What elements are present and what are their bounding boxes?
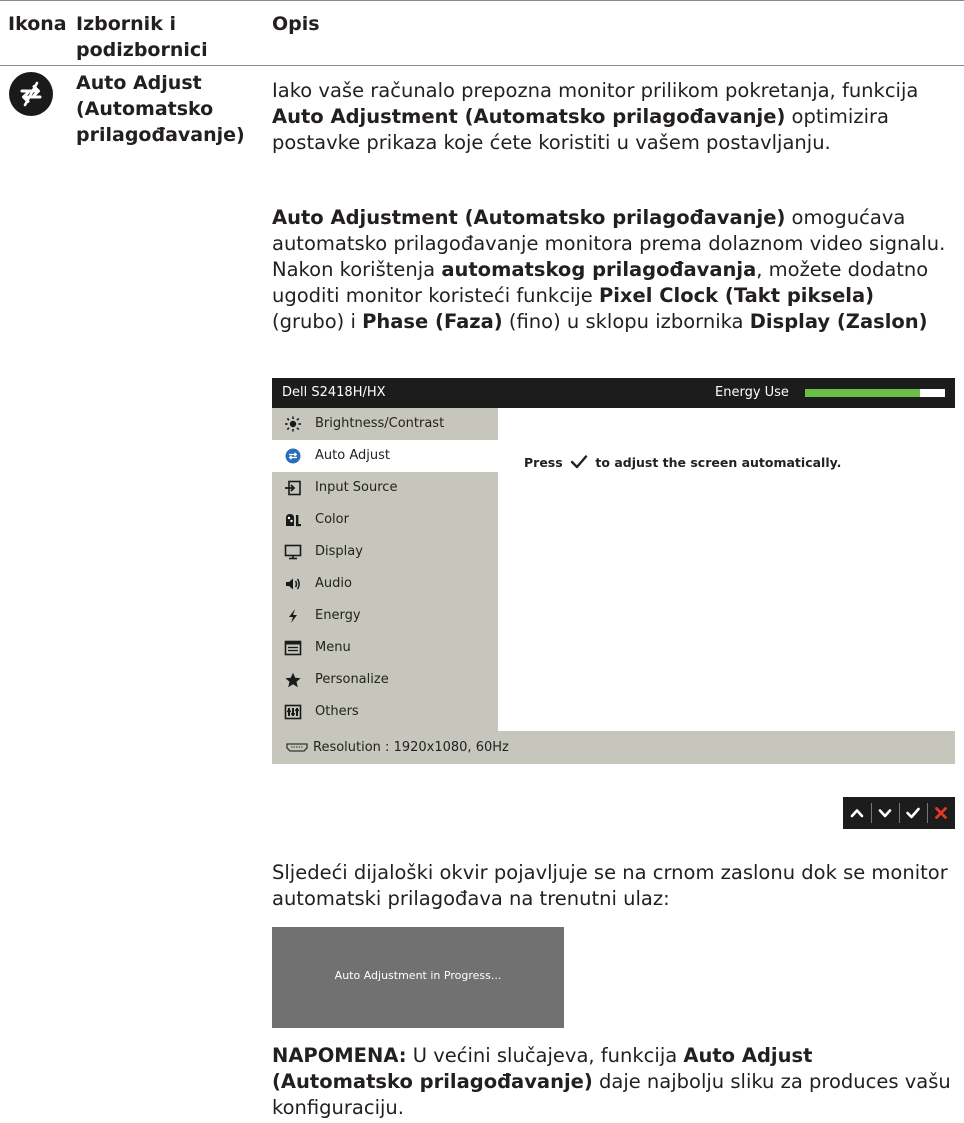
osd-menu-item-input-source[interactable]: Input Source	[272, 472, 498, 504]
osd-menu-item-color[interactable]: Color	[272, 504, 498, 536]
osd-menu-label: Display	[315, 544, 363, 559]
p2-bold4: Phase (Faza)	[362, 310, 503, 333]
osd-menu-label: Menu	[315, 640, 351, 655]
osd-content-panel: Press to adjust the screen automatically…	[498, 408, 955, 731]
note-text1: U većini slučajeva, funkcija	[406, 1044, 684, 1067]
table-top-rule	[0, 0, 964, 1]
menu-name-line3: prilagođavanje)	[76, 124, 245, 146]
osd-message-pre: Press	[524, 455, 563, 470]
osd-menu-label: Input Source	[315, 480, 398, 495]
osd-model-name: Dell S2418H/HX	[282, 385, 386, 400]
osd-message: Press to adjust the screen automatically…	[524, 455, 841, 470]
exit-button[interactable]	[927, 797, 955, 829]
osd-menu-item-others[interactable]: Others	[272, 696, 498, 728]
check-icon	[906, 807, 920, 819]
header-menu: Izbornik i podizbornici	[76, 11, 208, 63]
energy-use-label: Energy Use	[715, 385, 789, 400]
energy-icon	[284, 608, 302, 624]
header-description: Opis	[272, 13, 320, 35]
p2-bold3: Pixel Clock (Takt piksela)	[598, 284, 875, 307]
up-icon	[850, 809, 864, 818]
close-icon	[935, 807, 947, 819]
auto-adjust-icon	[284, 448, 302, 464]
connector-icon	[286, 741, 308, 752]
header-menu-line1: Izbornik i	[76, 13, 176, 35]
p1-bold1: Auto Adjustment (Automatsko prilagođavan…	[272, 105, 786, 128]
speaker-icon	[284, 576, 302, 592]
color-icon	[284, 512, 302, 528]
osd-menu-item-display[interactable]: Display	[272, 536, 498, 568]
energy-use-fill	[805, 389, 920, 397]
display-icon	[284, 544, 302, 560]
auto-adjust-progress-dialog: Auto Adjustment in Progress...	[272, 927, 564, 1028]
dialog-intro-paragraph: Sljedeći dijaloški okvir pojavljuje se n…	[272, 861, 948, 910]
ok-button[interactable]	[899, 797, 927, 829]
p2-text4: (fino) u sklopu izbornika	[502, 310, 750, 333]
osd-menu-item-menu[interactable]: Menu	[272, 632, 498, 664]
osd-menu-label: Others	[315, 704, 359, 719]
osd-menu-item-energy[interactable]: Energy	[272, 600, 498, 632]
up-button[interactable]	[843, 797, 871, 829]
osd-menu: Brightness/Contrast Auto Adjust Input So…	[272, 408, 498, 731]
header-icon: Ikona	[8, 13, 67, 35]
input-source-icon	[284, 480, 302, 496]
menu-icon	[284, 640, 302, 656]
table-header-rule	[0, 65, 964, 66]
energy-use-meter	[805, 389, 945, 397]
osd-menu-label: Color	[315, 512, 349, 527]
others-icon	[284, 704, 302, 720]
sun-icon	[284, 416, 302, 432]
down-icon	[878, 809, 892, 818]
osd-resolution: Resolution : 1920x1080, 60Hz	[313, 740, 509, 755]
check-icon	[570, 455, 588, 469]
p2-text3: (grubo) i	[272, 310, 363, 333]
header-menu-line2: podizbornici	[76, 39, 208, 61]
down-button[interactable]	[871, 797, 899, 829]
p2-bold5: Display (Zaslon)	[749, 310, 928, 333]
star-icon	[284, 672, 302, 688]
note-paragraph: NAPOMENA: U većini slučajeva, funkcija A…	[272, 1043, 952, 1121]
osd-menu-item-brightness-contrast[interactable]: Brightness/Contrast	[272, 408, 498, 440]
osd-window: Dell S2418H/HX Energy Use Brightness/Con…	[272, 378, 955, 764]
details-paragraph: Auto Adjustment (Automatsko prilagođavan…	[272, 205, 952, 335]
menu-name-line2: (Automatsko	[76, 98, 214, 120]
osd-menu-label: Energy	[315, 608, 361, 623]
note-label: NAPOMENA:	[272, 1044, 407, 1067]
osd-menu-label: Auto Adjust	[315, 448, 390, 463]
intro-paragraph: Iako vaše računalo prepozna monitor pril…	[272, 78, 952, 156]
monitor-button-bar	[843, 797, 955, 829]
osd-status-bar: Resolution : 1920x1080, 60Hz	[272, 731, 955, 764]
osd-menu-item-audio[interactable]: Audio	[272, 568, 498, 600]
osd-menu-item-auto-adjust[interactable]: Auto Adjust	[272, 440, 498, 472]
auto-adjust-icon	[9, 72, 53, 116]
p1-text1: Iako vaše računalo prepozna monitor pril…	[272, 79, 919, 102]
menu-name-line1: Auto Adjust	[76, 72, 202, 94]
osd-menu-label: Audio	[315, 576, 352, 591]
osd-menu-label: Brightness/Contrast	[315, 416, 445, 431]
osd-title-bar: Dell S2418H/HX Energy Use	[272, 378, 955, 408]
dialog-text: Auto Adjustment in Progress...	[334, 969, 502, 982]
menu-name: Auto Adjust (Automatsko prilagođavanje)	[76, 70, 276, 148]
osd-menu-label: Personalize	[315, 672, 389, 687]
osd-message-post: to adjust the screen automatically.	[595, 455, 842, 470]
p2-bold2: automatskog prilagođavanja	[441, 258, 757, 281]
osd-menu-item-personalize[interactable]: Personalize	[272, 664, 498, 696]
p2-bold1: Auto Adjustment (Automatsko prilagođavan…	[272, 206, 786, 229]
